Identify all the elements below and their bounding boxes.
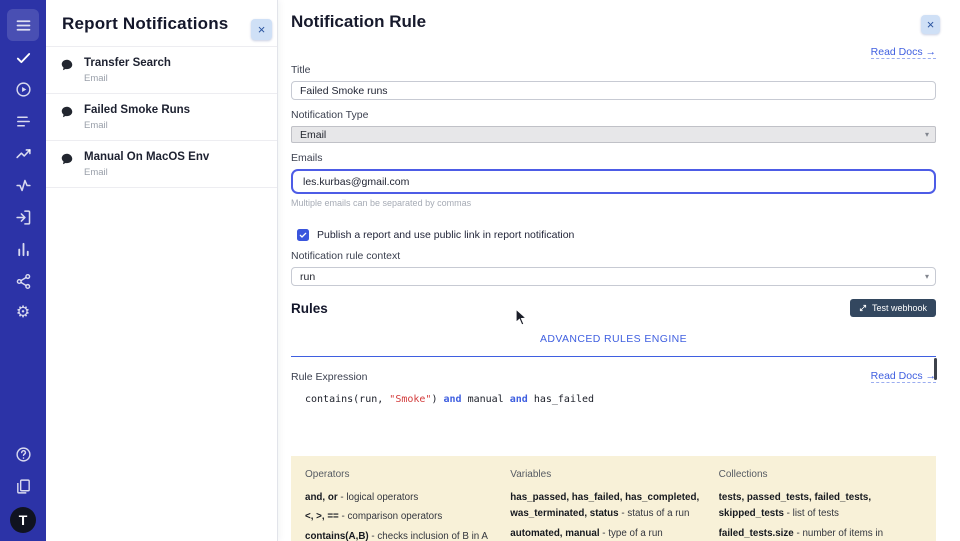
notification-type: Email [84, 120, 190, 131]
play-circle-icon[interactable] [7, 73, 39, 105]
publish-checkbox-label: Publish a report and use public link in … [317, 229, 574, 241]
notification-title: Transfer Search [84, 57, 171, 69]
advanced-rules-tab: ADVANCED RULES ENGINE [291, 329, 936, 357]
help-icon[interactable] [7, 438, 39, 470]
context-label: Notification rule context [291, 250, 936, 262]
notification-type-select[interactable]: Email ▾ [291, 126, 936, 143]
read-docs-link[interactable]: Read Docs → [871, 46, 936, 59]
rules-heading: Rules [291, 301, 328, 316]
bar-chart-icon[interactable] [7, 233, 39, 265]
close-panel-button[interactable]: × [251, 19, 272, 40]
notification-rule-panel: Notification Rule × Read Docs → Title No… [277, 0, 960, 541]
rule-form: Read Docs → Title Notification Type Emai… [277, 42, 960, 541]
list-item[interactable]: Failed Smoke Runs Email [46, 94, 277, 141]
docs-icon[interactable] [7, 470, 39, 502]
help-column-title: Variables [510, 469, 704, 480]
emails-label: Emails [291, 152, 936, 164]
app-logo[interactable]: T [10, 507, 36, 533]
expression-help-panel: Operators and, or - logical operators <,… [291, 456, 936, 541]
emails-hint: Multiple emails can be separated by comm… [291, 198, 936, 208]
list-item[interactable]: Manual On MacOS Env Email [46, 141, 277, 188]
report-notifications-panel: Report Notifications × Transfer Search E… [46, 0, 277, 541]
publish-checkbox-row[interactable]: Publish a report and use public link in … [297, 229, 936, 241]
context-select[interactable]: run ▾ [291, 267, 936, 286]
notification-type-label: Notification Type [291, 109, 936, 121]
menu-icon[interactable] [7, 9, 39, 41]
app-window: ⚙ T Report Notifications × Transfer Sear… [0, 0, 960, 541]
chevron-down-icon: ▾ [925, 272, 929, 281]
list-item[interactable]: Transfer Search Email [46, 46, 277, 94]
help-entry: and, or - logical operators [305, 490, 496, 506]
app-sidebar: ⚙ T [0, 0, 46, 541]
log-in-icon[interactable] [7, 201, 39, 233]
checkbox-checked-icon[interactable] [297, 229, 309, 241]
rule-expression-editor[interactable]: contains(run, "Smoke") and manual and ha… [291, 392, 936, 456]
notification-title: Failed Smoke Runs [84, 104, 190, 116]
emails-input[interactable] [291, 169, 936, 194]
selected-type: Email [300, 129, 326, 141]
gear-icon[interactable]: ⚙ [7, 297, 39, 329]
notification-type: Email [84, 73, 171, 84]
code-line: contains(run, "Smoke") and manual and ha… [305, 394, 936, 405]
editor-scrollbar[interactable] [934, 358, 937, 380]
chat-bubble-icon [60, 58, 74, 77]
panel-title: Report Notifications [62, 14, 237, 34]
rule-expression-label: Rule Expression [291, 371, 367, 383]
help-entry: contains(A,B) - checks inclusion of B in… [305, 529, 496, 541]
page-title: Notification Rule [291, 12, 946, 32]
help-entry: <, >, == - comparison operators [305, 509, 496, 525]
trend-chart-icon[interactable] [7, 137, 39, 169]
advanced-rules-engine-link[interactable]: ADVANCED RULES ENGINE [540, 333, 687, 345]
title-input[interactable] [291, 81, 936, 100]
main-header: Notification Rule [277, 0, 960, 32]
help-entry: has_passed, has_failed, has_completed, w… [510, 490, 704, 523]
chat-bubble-icon [60, 152, 74, 171]
notification-type: Email [84, 167, 209, 178]
check-icon[interactable] [7, 41, 39, 73]
help-entry: tests, passed_tests, failed_tests, skipp… [719, 490, 922, 523]
help-column-title: Collections [719, 469, 922, 480]
help-column-title: Operators [305, 469, 496, 480]
close-rule-button[interactable]: × [921, 15, 940, 34]
notification-title: Manual On MacOS Env [84, 151, 209, 163]
chat-bubble-icon [60, 105, 74, 124]
chevron-down-icon: ▾ [925, 130, 929, 139]
title-label: Title [291, 64, 936, 76]
help-entry: failed_tests.size - number of items in c… [719, 526, 922, 541]
read-docs-link[interactable]: Read Docs → [871, 370, 936, 383]
test-webhook-button[interactable]: Test webhook [850, 299, 936, 317]
share-branch-icon[interactable] [7, 265, 39, 297]
activity-icon[interactable] [7, 169, 39, 201]
panel-header: Report Notifications [46, 0, 277, 46]
task-list-icon[interactable] [7, 105, 39, 137]
expand-arrows-icon [859, 304, 867, 312]
help-entry: automated, manual - type of a run [510, 526, 704, 541]
selected-context: run [300, 271, 315, 283]
